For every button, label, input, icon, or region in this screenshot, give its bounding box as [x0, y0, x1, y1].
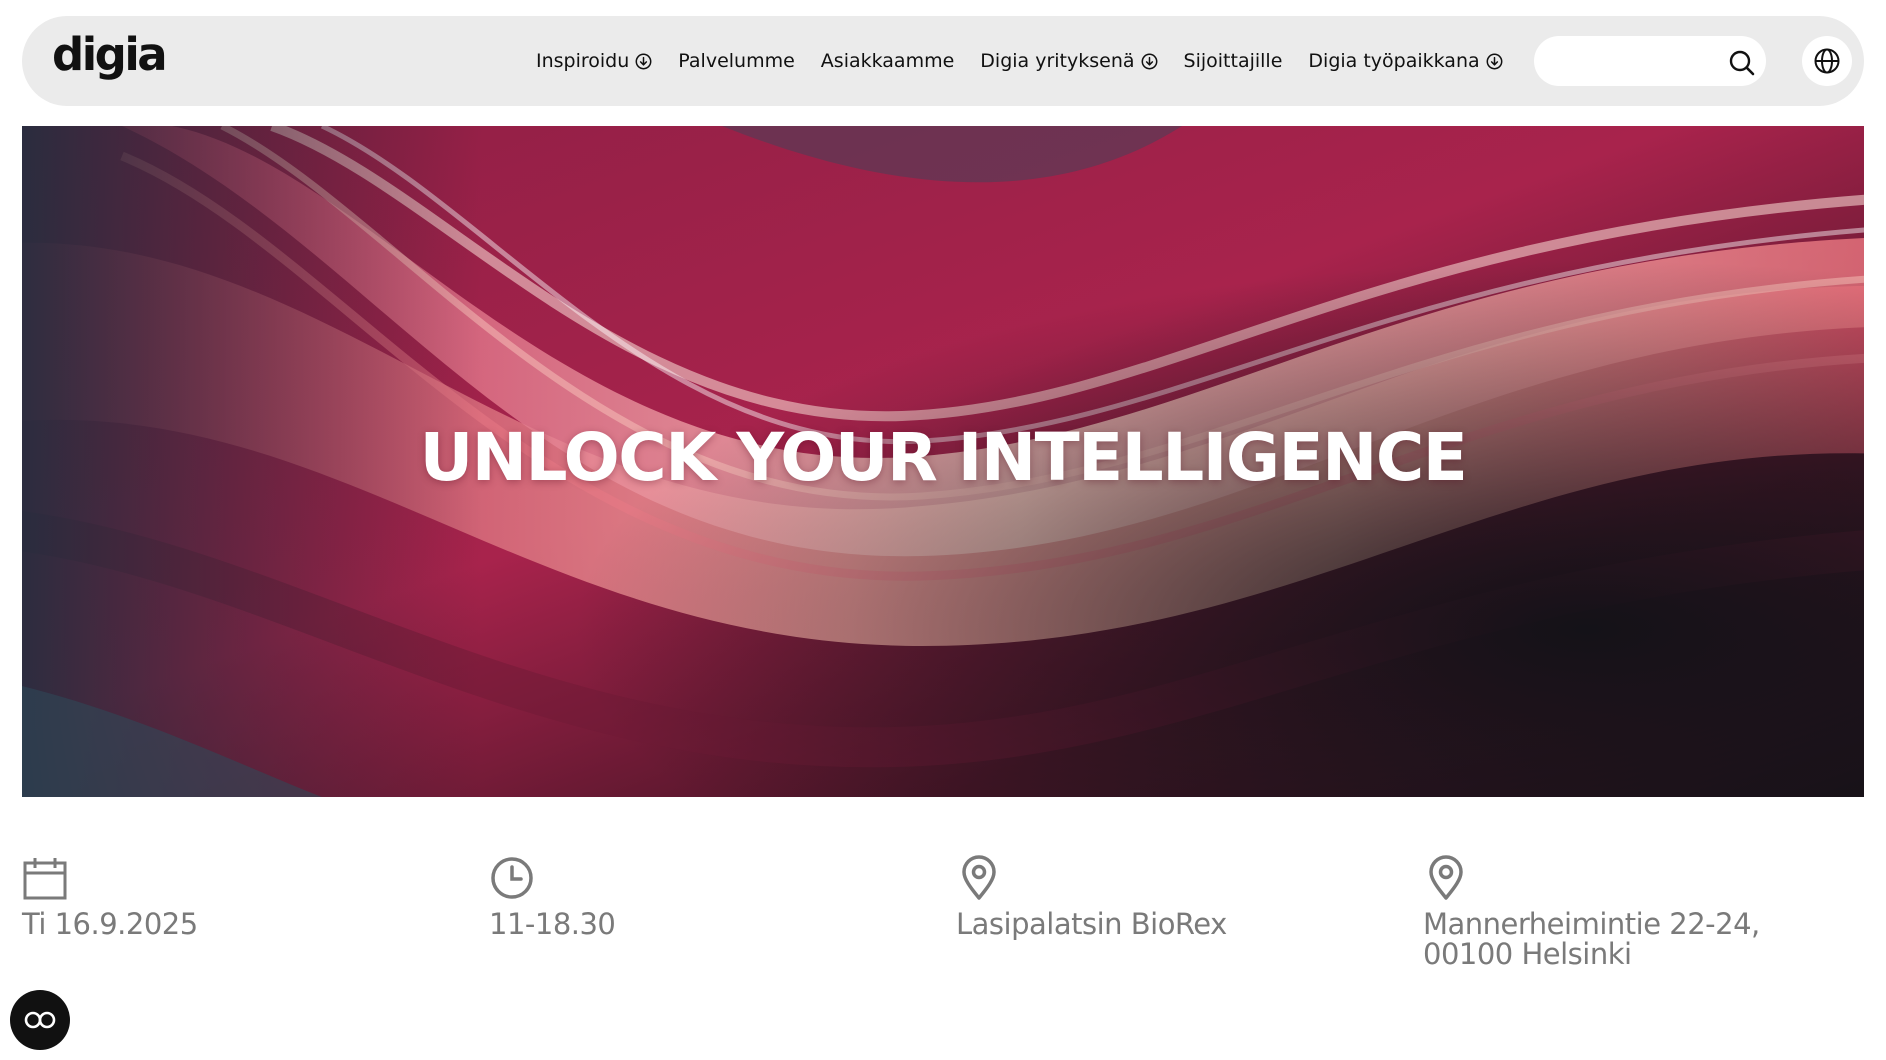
chevron-down-circle-icon [1141, 53, 1158, 70]
nav-item-label: Digia työpaikkana [1308, 50, 1480, 72]
map-pin-icon [962, 855, 996, 900]
chevron-down-circle-icon [635, 53, 652, 70]
nav-item-label: Digia yrityksenä [980, 50, 1135, 72]
event-time-text: 11-18.30 [489, 907, 616, 941]
event-address-line1: Mannerheimintie 22-24, [1423, 907, 1760, 941]
event-address-line2: 00100 Helsinki [1423, 937, 1632, 971]
hero-title: UNLOCK YOUR INTELLIGENCE [419, 419, 1468, 496]
search-button[interactable] [1727, 48, 1757, 78]
nav-item-palvelumme[interactable]: Palvelumme [678, 50, 795, 72]
site-header: digia Inspiroidu Palvelumme Asiakkaamme … [22, 16, 1864, 106]
clock-icon [491, 857, 533, 899]
search-icon [1729, 50, 1755, 76]
nav-item-label: Sijoittajille [1183, 50, 1283, 72]
event-venue-text: Lasipalatsin BioRex [956, 907, 1227, 941]
language-button[interactable] [1802, 36, 1852, 86]
map-pin-icon [1429, 855, 1463, 900]
nav-item-sijoittajille[interactable]: Sijoittajille [1184, 50, 1283, 72]
chevron-down-circle-icon [1486, 53, 1503, 70]
event-date: Ti 16.9.2025 [22, 855, 198, 939]
globe-icon [1814, 48, 1840, 74]
accessibility-button[interactable] [10, 990, 70, 1050]
main-nav: Inspiroidu Palvelumme Asiakkaamme Digia … [536, 16, 1503, 106]
calendar-icon [23, 858, 67, 900]
nav-item-label: Asiakkaamme [820, 50, 955, 72]
event-address: Mannerheimintie 22-24, 00100 Helsinki [1423, 855, 1863, 969]
event-venue: Lasipalatsin BioRex [956, 855, 1227, 939]
search-input[interactable] [1554, 46, 1714, 76]
event-time: 11-18.30 [489, 855, 616, 941]
digia-logo[interactable]: digia [52, 32, 168, 77]
nav-item-digia-yrityksena[interactable]: Digia yrityksenä [980, 50, 1157, 72]
nav-item-label: Palvelumme [678, 50, 795, 72]
nav-item-label: Inspiroidu [536, 50, 630, 72]
nav-item-digia-tyopaikkana[interactable]: Digia työpaikkana [1308, 50, 1503, 72]
accessibility-icon [24, 1011, 56, 1029]
event-address-text: Mannerheimintie 22-24, 00100 Helsinki [1423, 909, 1863, 969]
nav-item-asiakkaamme[interactable]: Asiakkaamme [821, 50, 954, 72]
event-date-text: Ti 16.9.2025 [22, 907, 198, 941]
nav-item-inspiroidu[interactable]: Inspiroidu [536, 50, 652, 72]
hero-banner: UNLOCK YOUR INTELLIGENCE [22, 126, 1864, 797]
